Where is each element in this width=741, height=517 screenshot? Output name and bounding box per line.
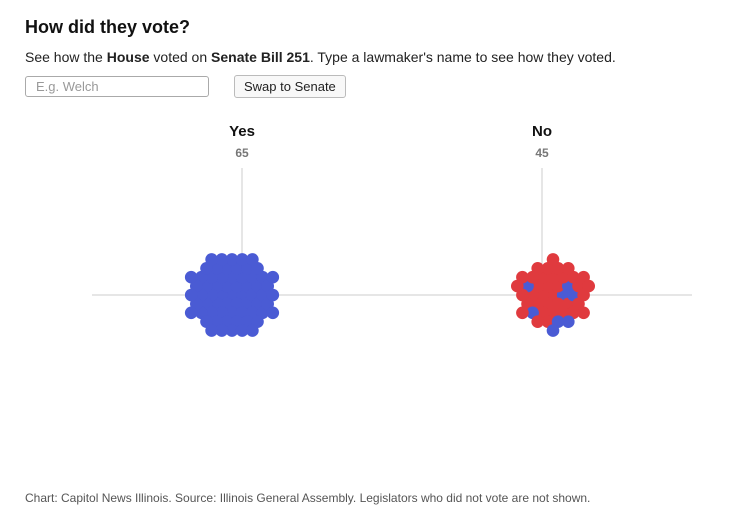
chart-title: How did they vote? [25,17,191,37]
vote-chart: Yes 65 No 45 [92,123,692,337]
chart-subtitle: See how the House voted on Senate Bill 2… [25,49,616,65]
no-vote-dot[interactable] [516,306,529,320]
yes-vote-dot[interactable] [246,253,259,266]
yes-label: Yes [229,123,255,140]
yes-count: 65 [235,146,249,160]
no-vote-dot[interactable] [546,324,560,337]
no-vote-dot[interactable] [562,262,575,275]
yes-vote-dot[interactable] [266,288,280,302]
yes-group: Yes 65 [184,123,280,337]
yes-vote-dot[interactable] [266,306,280,320]
no-label: No [532,123,552,140]
no-vote-dot[interactable] [531,315,544,328]
subtitle-chamber: House [106,49,150,65]
yes-vote-dot[interactable] [205,253,218,266]
yes-vote-dot[interactable] [184,306,198,320]
subtitle-bill: Senate Bill 251 [211,49,310,65]
subtitle-text-2: voted on [149,49,212,65]
yes-vote-dot[interactable] [205,324,218,337]
lawmaker-search-input[interactable] [25,76,209,97]
subtitle-text-1: See how the [25,49,107,65]
no-group: No 45 [511,123,595,337]
no-vote-dot[interactable] [577,306,590,320]
yes-vote-dot[interactable] [266,270,280,284]
no-vote-dot[interactable] [582,279,595,293]
yes-vote-dot[interactable] [246,324,259,337]
no-vote-dot[interactable] [546,253,560,266]
yes-vote-dot[interactable] [184,288,198,302]
no-vote-dot[interactable] [511,279,524,293]
no-vote-dot[interactable] [531,262,544,275]
chart-footer: Chart: Capitol News Illinois. Source: Il… [25,491,591,505]
subtitle-text-3: . Type a lawmaker's name to see how they… [309,49,616,65]
yes-vote-dot[interactable] [184,270,198,284]
no-count: 45 [535,146,549,160]
no-vote-dot[interactable] [562,315,575,328]
swap-to-senate-button[interactable]: Swap to Senate [234,75,346,98]
